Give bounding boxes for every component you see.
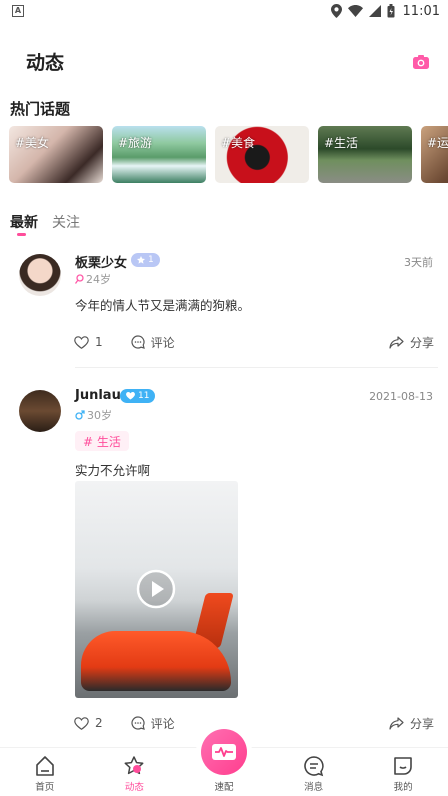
heart-icon bbox=[74, 716, 89, 730]
nav-home[interactable]: 首页 bbox=[15, 748, 75, 793]
post-date: 3天前 bbox=[404, 256, 433, 269]
like-count: 2 bbox=[95, 716, 103, 730]
topic-tag[interactable]: # 生活 bbox=[75, 431, 129, 451]
topic-card[interactable]: #生活 bbox=[318, 126, 412, 183]
level-value: 1 bbox=[148, 255, 154, 265]
post-text: 今年的情人节又是满满的狗粮。 bbox=[75, 298, 251, 313]
match-button[interactable] bbox=[201, 729, 247, 775]
level-value: 11 bbox=[138, 391, 150, 401]
heart-badge-icon bbox=[126, 392, 135, 400]
topic-label: #生活 bbox=[324, 136, 359, 150]
tab-following[interactable]: 关注 bbox=[52, 212, 80, 232]
page-title: 动态 bbox=[26, 52, 65, 74]
username[interactable]: 板栗少女 bbox=[75, 252, 127, 271]
share-button[interactable]: 分享 bbox=[389, 334, 434, 351]
topic-card[interactable]: #美女 bbox=[9, 126, 103, 183]
avatar[interactable] bbox=[19, 390, 61, 432]
gender-age: 24岁 bbox=[75, 271, 111, 287]
status-bar: A 11:01 bbox=[0, 0, 448, 22]
active-tab-indicator bbox=[17, 233, 26, 236]
comment-label: 评论 bbox=[150, 716, 175, 731]
video-thumbnail[interactable] bbox=[75, 481, 238, 698]
share-icon bbox=[389, 335, 404, 349]
nav-messages[interactable]: 消息 bbox=[284, 748, 344, 793]
like-button[interactable]: 2 bbox=[74, 716, 103, 730]
comment-button[interactable]: 评论 bbox=[131, 715, 175, 732]
camera-icon[interactable] bbox=[412, 53, 430, 71]
signal-icon bbox=[368, 5, 381, 17]
nav-label: 消息 bbox=[304, 782, 324, 793]
hot-topics-title: 热门话题 bbox=[10, 100, 71, 118]
hot-topics-list: #美女 #旅游 #美食 #生活 #运动 bbox=[9, 126, 448, 183]
post-text: 实力不允许啊 bbox=[75, 463, 151, 478]
home-icon bbox=[35, 756, 54, 776]
like-button[interactable]: 1 bbox=[74, 335, 103, 349]
divider bbox=[75, 367, 438, 368]
topic-label: #美食 bbox=[221, 136, 256, 150]
play-icon[interactable] bbox=[136, 569, 176, 609]
notification-a-icon: A bbox=[12, 5, 24, 17]
topic-card[interactable]: #美食 bbox=[215, 126, 309, 183]
match-icon bbox=[212, 744, 236, 760]
share-label: 分享 bbox=[409, 335, 434, 350]
age: 24岁 bbox=[86, 273, 111, 286]
share-label: 分享 bbox=[409, 716, 434, 731]
tab-latest[interactable]: 最新 bbox=[10, 212, 38, 232]
battery-icon bbox=[387, 4, 395, 18]
like-count: 1 bbox=[95, 335, 103, 349]
header: 动态 bbox=[0, 42, 448, 82]
topic-card[interactable]: #旅游 bbox=[112, 126, 206, 183]
feed-tabs: 最新 关注 bbox=[10, 212, 80, 232]
comment-icon bbox=[131, 335, 145, 349]
gender-age: 30岁 bbox=[75, 407, 112, 423]
topic-label: #旅游 bbox=[118, 136, 153, 150]
clock: 11:01 bbox=[402, 3, 440, 19]
heart-icon bbox=[74, 335, 89, 349]
nav-label: 动态 bbox=[124, 782, 144, 793]
wifi-icon bbox=[347, 5, 363, 17]
share-button[interactable]: 分享 bbox=[389, 715, 434, 732]
nav-label: 首页 bbox=[35, 782, 55, 793]
nav-moments[interactable]: 动态 bbox=[104, 748, 164, 793]
topic-card[interactable]: #运动 bbox=[421, 126, 448, 183]
comment-button[interactable]: 评论 bbox=[131, 334, 175, 351]
topic-label: #运动 bbox=[427, 136, 448, 150]
share-icon bbox=[389, 716, 404, 730]
car-shape bbox=[81, 631, 231, 691]
female-icon bbox=[75, 274, 84, 284]
star-icon bbox=[137, 256, 145, 264]
level-badge: 1 bbox=[131, 253, 160, 267]
nav-label: 速配 bbox=[214, 782, 234, 793]
topic-label: #美女 bbox=[15, 136, 50, 150]
level-badge: 11 bbox=[120, 389, 156, 403]
nav-profile[interactable]: 我的 bbox=[373, 748, 433, 793]
profile-icon bbox=[394, 757, 412, 775]
star-icon bbox=[124, 756, 144, 775]
age: 30岁 bbox=[87, 409, 112, 422]
message-icon bbox=[303, 756, 324, 777]
location-icon bbox=[330, 4, 342, 18]
post-actions: 2 评论 分享 bbox=[74, 713, 434, 733]
comment-label: 评论 bbox=[150, 335, 175, 350]
avatar[interactable] bbox=[19, 254, 61, 296]
nav-label: 我的 bbox=[393, 782, 413, 793]
username[interactable]: Junlau bbox=[75, 388, 121, 403]
comment-icon bbox=[131, 716, 145, 730]
post-actions: 1 评论 分享 bbox=[74, 332, 434, 352]
male-icon bbox=[75, 410, 85, 420]
post-date: 2021-08-13 bbox=[369, 390, 433, 403]
